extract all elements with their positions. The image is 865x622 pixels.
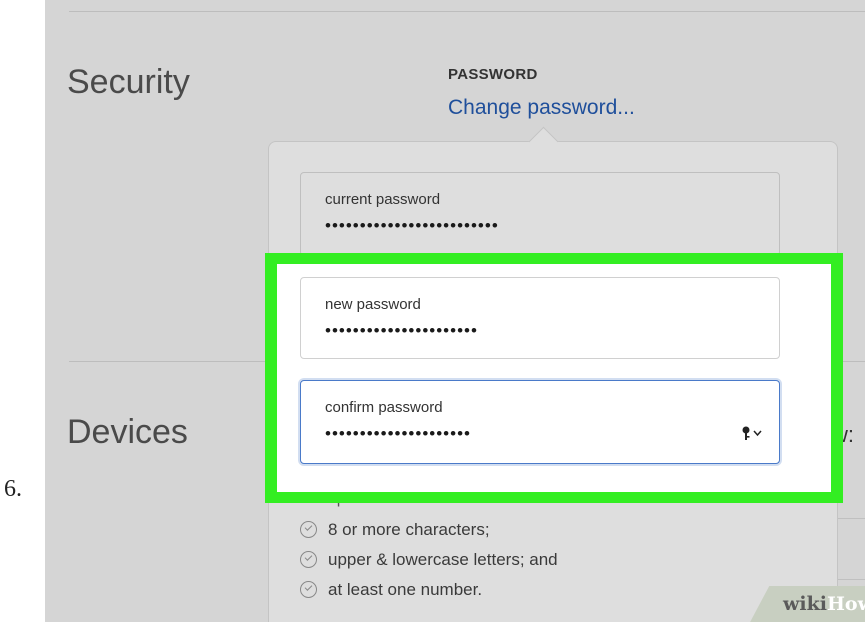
watermark-logo: wikiHow <box>783 593 865 615</box>
new-password-value: •••••••••••••••••••••• <box>325 321 478 340</box>
new-password-field[interactable]: new password •••••••••••••••••••••• <box>300 277 780 359</box>
key-dropdown-icon <box>742 426 762 440</box>
password-label: PASSWORD <box>448 66 538 83</box>
requirement-text: at least one number. <box>328 580 483 599</box>
current-password-field[interactable]: current password •••••••••••••••••••••••… <box>300 172 780 256</box>
devices-right-panel <box>835 518 865 580</box>
requirement-text: 8 or more characters; <box>328 520 490 539</box>
check-circle-icon <box>300 521 317 538</box>
confirm-password-field[interactable]: confirm password ••••••••••••••••••••• <box>300 380 780 464</box>
confirm-password-value: ••••••••••••••••••••• <box>325 424 471 443</box>
check-circle-icon <box>300 581 317 598</box>
current-password-value: ••••••••••••••••••••••••• <box>325 216 499 235</box>
settings-screen: Security PASSWORD Change password... Dev… <box>45 0 865 622</box>
change-password-link[interactable]: Change password... <box>448 96 635 120</box>
step-number: 6. <box>4 476 22 502</box>
security-section-title: Security <box>67 63 190 101</box>
current-password-label: current password <box>325 191 441 208</box>
requirement-text: upper & lowercase letters; and <box>328 550 558 569</box>
top-divider <box>69 11 865 12</box>
new-password-label: new password <box>325 296 421 313</box>
key-icon[interactable] <box>741 425 765 445</box>
confirm-password-label: confirm password <box>325 399 443 416</box>
check-circle-icon <box>300 551 317 568</box>
devices-section-title: Devices <box>67 413 188 451</box>
